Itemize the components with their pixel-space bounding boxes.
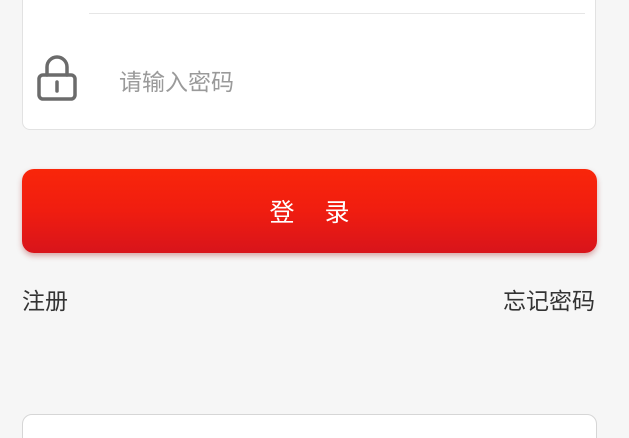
lock-icon — [35, 51, 79, 103]
username-row — [23, 0, 595, 35]
password-row — [23, 45, 595, 119]
login-page: 登录 注册 忘记密码 — [0, 0, 629, 438]
bottom-card[interactable] — [22, 414, 597, 438]
register-link[interactable]: 注册 — [22, 286, 68, 318]
username-input[interactable] — [119, 0, 575, 17]
password-input[interactable] — [119, 65, 575, 101]
login-button[interactable]: 登录 — [22, 169, 597, 253]
forgot-password-link[interactable]: 忘记密码 — [503, 286, 595, 318]
login-form-card — [22, 0, 596, 130]
user-icon — [35, 0, 79, 17]
field-divider — [89, 13, 585, 14]
